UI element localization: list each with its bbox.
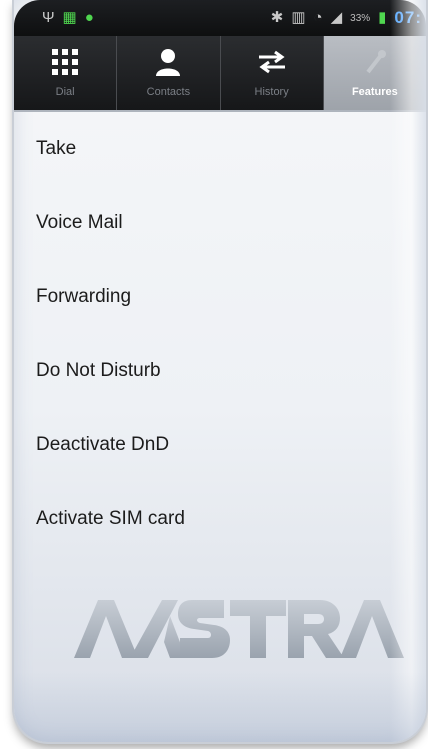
list-item-take[interactable]: Take bbox=[14, 112, 426, 186]
tab-bar: Dial Contacts History Features bbox=[14, 36, 426, 112]
clock: 07: bbox=[394, 8, 422, 27]
battery-icon: ▮ bbox=[378, 9, 387, 26]
list-item-activate-sim-card[interactable]: Activate SIM card bbox=[14, 482, 426, 556]
battery-percent: 33% bbox=[350, 12, 371, 24]
android-icon: ● bbox=[84, 9, 94, 26]
tab-features-label: Features bbox=[351, 86, 398, 98]
person-icon bbox=[155, 44, 181, 80]
list-item-voice-mail[interactable]: Voice Mail bbox=[14, 186, 426, 260]
status-right-icons: ✱ ▥ ◔ ◢ 33% ▮ 07: bbox=[271, 8, 422, 28]
status-left-icons: Ψ ▦ ● bbox=[42, 9, 94, 27]
tab-contacts-label: Contacts bbox=[146, 86, 191, 98]
apps-icon: ▦ bbox=[62, 9, 77, 26]
aastra-logo bbox=[74, 596, 404, 660]
features-list: Take Voice Mail Forwarding Do Not Distur… bbox=[14, 112, 426, 556]
list-item-forwarding[interactable]: Forwarding bbox=[14, 260, 426, 334]
tab-history-label: History bbox=[254, 86, 289, 98]
tab-history[interactable]: History bbox=[221, 36, 324, 110]
tab-dial-label: Dial bbox=[55, 86, 75, 98]
tab-dial[interactable]: Dial bbox=[14, 36, 118, 110]
phone-screen: Ψ ▦ ● ✱ ▥ ◔ ◢ 33% ▮ 07: Dial Contacts Hi… bbox=[14, 0, 426, 742]
swap-arrows-icon bbox=[257, 44, 287, 80]
status-bar: Ψ ▦ ● ✱ ▥ ◔ ◢ 33% ▮ 07: bbox=[14, 0, 426, 36]
list-item-deactivate-dnd[interactable]: Deactivate DnD bbox=[14, 408, 426, 482]
dialpad-icon bbox=[52, 44, 79, 80]
features-icon bbox=[362, 44, 388, 80]
signal-icon: ◢ bbox=[330, 9, 343, 26]
bluetooth-icon: ✱ bbox=[270, 9, 284, 26]
usb-icon: Ψ bbox=[42, 9, 55, 26]
nfc-icon: ▥ bbox=[291, 9, 306, 26]
list-item-do-not-disturb[interactable]: Do Not Disturb bbox=[14, 334, 426, 408]
wifi-icon: ◔ bbox=[313, 9, 323, 26]
tab-contacts[interactable]: Contacts bbox=[117, 36, 221, 110]
tab-features[interactable]: Features bbox=[323, 36, 426, 110]
